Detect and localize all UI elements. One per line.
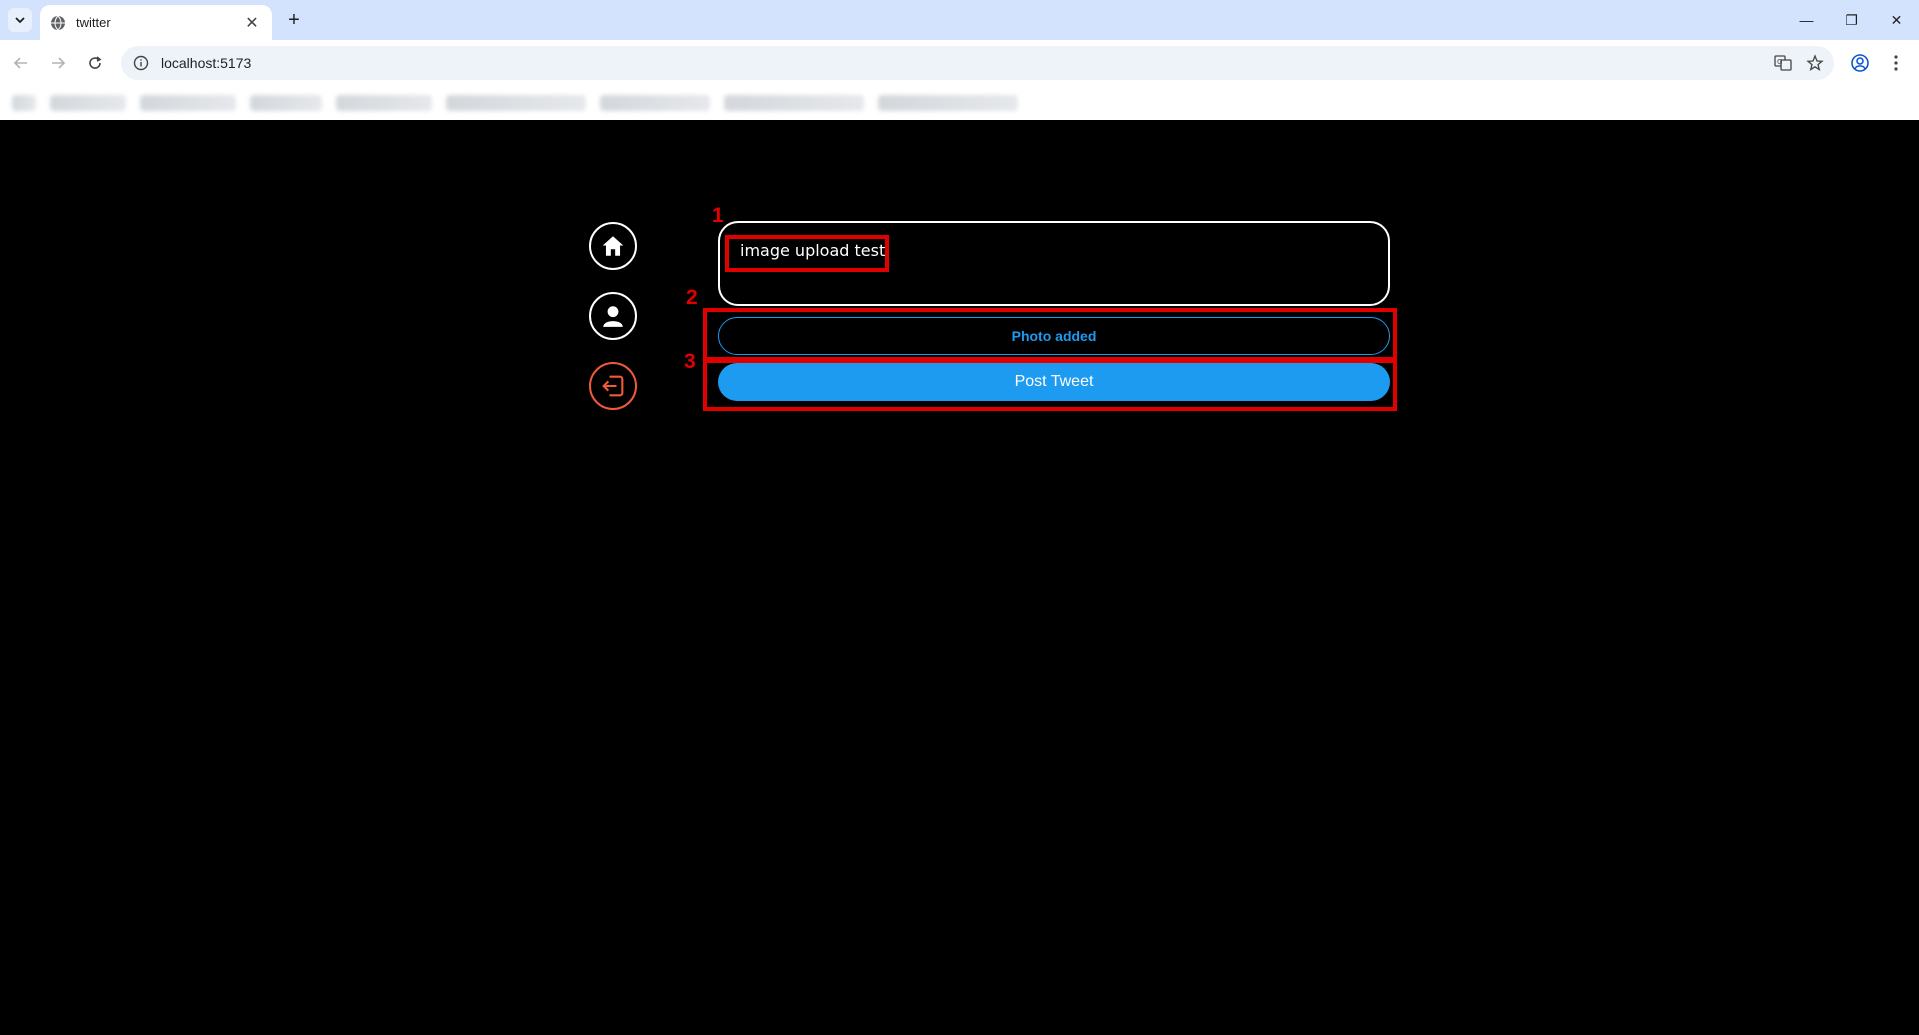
account-icon[interactable]: [1845, 48, 1875, 78]
annotation-number-2: 2: [686, 286, 698, 309]
url-text: localhost:5173: [161, 55, 252, 71]
chevron-down-icon: [15, 17, 25, 24]
bookmark-item[interactable]: [50, 95, 126, 111]
bookmark-item[interactable]: [140, 95, 236, 111]
home-icon: [602, 236, 624, 256]
new-tab-button[interactable]: +: [282, 8, 306, 32]
bookmark-item[interactable]: [336, 95, 432, 111]
nav-logout-button[interactable]: [589, 362, 637, 410]
arrow-left-icon: [13, 57, 27, 69]
bookmark-item[interactable]: [250, 95, 322, 111]
nav-home-button[interactable]: [589, 222, 637, 270]
bookmark-item[interactable]: [878, 95, 1018, 111]
forward-button[interactable]: [42, 47, 74, 79]
tweet-textarea[interactable]: image upload test: [718, 221, 1390, 306]
bookmark-item[interactable]: [724, 95, 864, 111]
svg-text:G: G: [1777, 58, 1782, 66]
bookmarks-bar: [0, 86, 1919, 120]
arrow-right-icon: [52, 57, 66, 69]
user-icon: [603, 306, 623, 327]
more-menu-icon[interactable]: [1881, 48, 1911, 78]
minimize-icon[interactable]: —: [1784, 0, 1829, 40]
browser-tab[interactable]: twitter ✕: [40, 5, 272, 40]
reload-button[interactable]: [79, 47, 111, 79]
info-icon[interactable]: [133, 55, 149, 71]
tab-title: twitter: [76, 15, 111, 30]
back-button[interactable]: [5, 47, 37, 79]
nav-profile-button[interactable]: [589, 292, 637, 340]
star-icon[interactable]: [1804, 52, 1826, 74]
bookmark-item[interactable]: [600, 95, 710, 111]
omnibox-actions: G: [1772, 46, 1826, 80]
post-tweet-button[interactable]: Post Tweet: [718, 363, 1390, 401]
browser-tabstrip: twitter ✕ + — ❐ ✕: [0, 0, 1919, 40]
globe-icon: [50, 15, 66, 31]
bookmark-item[interactable]: [446, 95, 586, 111]
translate-icon[interactable]: G: [1772, 52, 1794, 74]
tab-close-icon[interactable]: ✕: [242, 13, 262, 33]
window-controls: — ❐ ✕: [1784, 0, 1919, 40]
close-window-icon[interactable]: ✕: [1874, 0, 1919, 40]
app-page: image upload test Photo added Post Tweet…: [0, 120, 1919, 1035]
annotation-number-3: 3: [684, 350, 696, 373]
logout-icon: [602, 375, 624, 397]
bookmark-item[interactable]: [12, 95, 36, 111]
toolbar-actions: [1845, 46, 1911, 80]
tweet-text: image upload test: [740, 241, 886, 260]
restore-icon[interactable]: ❐: [1829, 0, 1874, 40]
tab-search-button[interactable]: [8, 8, 32, 32]
add-photo-button[interactable]: Photo added: [718, 317, 1390, 355]
browser-toolbar: localhost:5173 G: [0, 40, 1919, 86]
reload-icon: [89, 56, 102, 69]
annotation-number-1: 1: [712, 204, 724, 227]
address-bar[interactable]: localhost:5173 G: [121, 46, 1834, 80]
